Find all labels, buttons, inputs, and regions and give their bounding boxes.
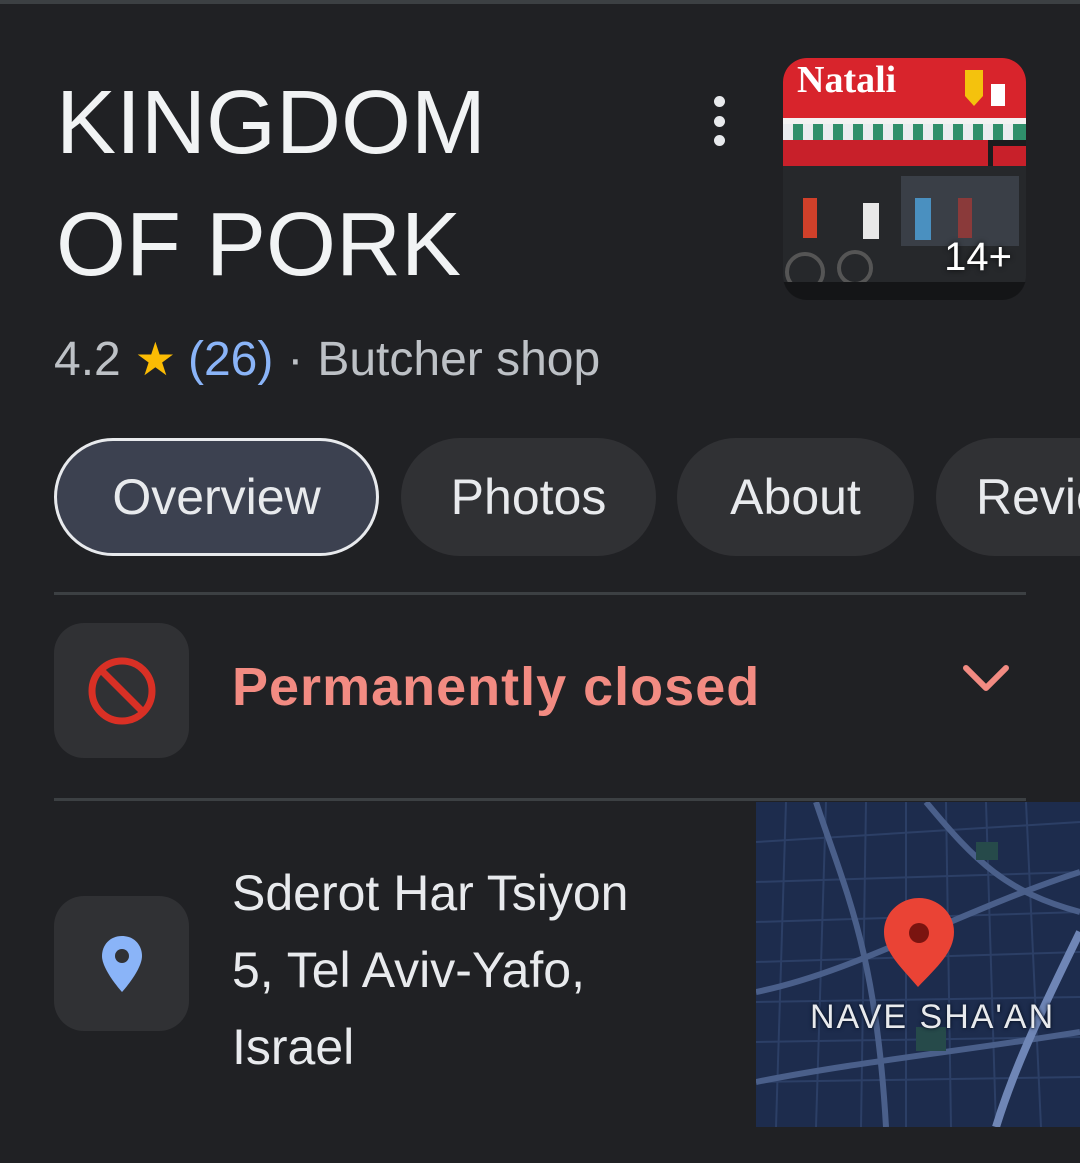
more-options-button[interactable] [698,96,740,146]
rating-score: 4.2 [54,332,121,386]
map-preview[interactable]: NAVE SHA'AN [756,802,1080,1127]
map-tiles [756,802,1080,1127]
tab-photos[interactable]: Photos [401,438,656,556]
address-line-1: Sderot Har Tsiyon [232,865,629,921]
more-vert-icon-dot [713,115,725,127]
location-pin-icon [101,935,142,992]
tab-overview[interactable]: Overview [54,438,379,556]
section-divider [54,798,1026,801]
address-text[interactable]: Sderot Har Tsiyon 5, Tel Aviv-Yafo, Isra… [232,855,702,1086]
tab-bar: Overview Photos About Reviews [54,438,1080,560]
more-vert-icon [713,96,725,107]
place-title-line-1: KINGDOM [56,73,487,173]
place-title: KINGDOM OF PORK [56,62,676,306]
map-neighborhood-label: NAVE SHA'AN [810,998,1056,1036]
photo-count-badge: 14+ [944,235,1012,279]
block-icon [88,657,155,724]
rating-row: 4.2 ★ (26) · Butcher shop [54,328,600,390]
separator-dot: · [287,332,304,386]
tab-reviews[interactable]: Reviews [936,438,1080,556]
place-photo-thumbnail[interactable]: Natali 14+ [783,58,1026,300]
more-vert-icon-dot [713,135,725,146]
section-divider [54,592,1026,595]
place-category: Butcher shop [317,332,601,386]
star-icon: ★ [134,333,176,385]
status-icon-box [54,623,189,758]
top-divider [0,0,1080,4]
address-icon-box [54,896,189,1031]
address-line-2: 5, Tel Aviv-Yafo, [232,942,585,998]
tab-about[interactable]: About [677,438,914,556]
review-count-link[interactable]: (26) [188,332,273,387]
storefront-sign-text: Natali [797,59,896,101]
chevron-down-icon[interactable] [958,660,1014,696]
place-title-line-2: OF PORK [56,195,462,295]
status-permanently-closed[interactable]: Permanently closed [232,656,760,718]
address-line-3: Israel [232,1019,355,1075]
